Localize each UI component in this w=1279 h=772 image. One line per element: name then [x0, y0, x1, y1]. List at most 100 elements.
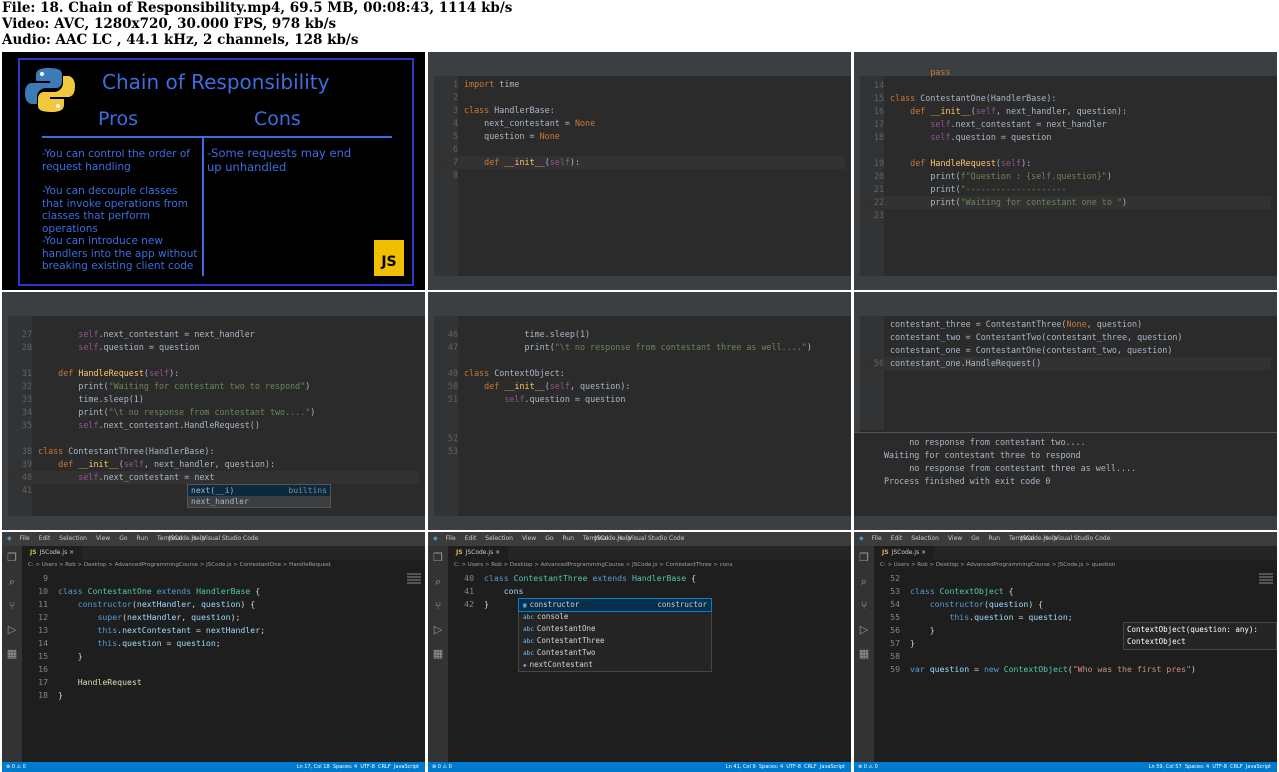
explorer-icon[interactable]: ❐: [854, 546, 874, 570]
language-mode[interactable]: JavaScript: [1246, 764, 1271, 770]
problems-count[interactable]: ⊗ 0 ⚠ 0: [6, 764, 26, 770]
suggestion-widget[interactable]: ▣ constructor constructor abc console abc Co…: [518, 598, 712, 672]
run-icon[interactable]: ▷: [2, 618, 22, 642]
code-editor[interactable]: 27 self.next_contestant = next_handler 2…: [8, 328, 419, 497]
table-divider-horizontal: [42, 136, 392, 138]
pycharm-toolbar[interactable]: [428, 66, 851, 77]
menu-run[interactable]: Run: [563, 535, 575, 542]
activity-bar[interactable]: ❐ ⌕ ⑂ ▷ ▦: [854, 546, 874, 762]
suggestion-item[interactable]: abc ContestantOne: [519, 623, 711, 635]
pycharm-statusbar: [854, 276, 1277, 290]
language-mode[interactable]: JavaScript: [820, 764, 845, 770]
pycharm-menubar[interactable]: [428, 52, 851, 66]
menu-selection[interactable]: Selection: [485, 535, 513, 542]
pycharm-menubar[interactable]: [854, 292, 1277, 306]
explorer-icon[interactable]: ❐: [428, 546, 448, 570]
code-editor[interactable]: pass 14 15 class ContestantOne(HandlerBas…: [860, 66, 1271, 222]
tab-bar: JS JSCode.js ×: [448, 546, 851, 560]
pycharm-menubar[interactable]: [428, 292, 851, 306]
menu-file[interactable]: File: [446, 535, 456, 542]
suggestion-item[interactable]: abc ContestantThree: [519, 635, 711, 647]
cursor-position[interactable]: Ln 17, Col 18: [297, 764, 330, 770]
tab-jscode[interactable]: JS JSCode.js ×: [448, 546, 509, 560]
menu-selection[interactable]: Selection: [911, 535, 939, 542]
menu-edit[interactable]: Edit: [891, 535, 903, 542]
code-line: 8: [452, 170, 458, 180]
cursor-position[interactable]: Ln 59, Col 57: [1149, 764, 1182, 770]
cursor-position[interactable]: Ln 41, Col 9: [726, 764, 756, 770]
search-icon[interactable]: ⌕: [428, 570, 448, 594]
minimap[interactable]: [407, 572, 421, 602]
menu-file[interactable]: File: [872, 535, 882, 542]
menu-file[interactable]: File: [20, 535, 30, 542]
js-file-icon: JS: [456, 549, 463, 556]
window-title: JSCode.js - Visual Studio Code: [1020, 535, 1111, 542]
breadcrumb[interactable]: C: > Users > Rob > Desktop > AdvancedPro…: [874, 560, 1277, 571]
suggestion-item[interactable]: abc console: [519, 611, 711, 623]
language-mode[interactable]: JavaScript: [394, 764, 419, 770]
pycharm-menubar[interactable]: [854, 52, 1277, 66]
run-icon[interactable]: ▷: [854, 618, 874, 642]
search-icon[interactable]: ⌕: [854, 570, 874, 594]
vscode-logo-icon: ◆: [859, 535, 864, 542]
suggestion-item[interactable]: abc ContestantTwo: [519, 647, 711, 659]
output-line: Process finished with exit code 0: [884, 476, 1051, 486]
code-line: 7 def __init__(self):: [434, 156, 845, 169]
activity-bar[interactable]: ❐ ⌕ ⑂ ▷ ▦: [2, 546, 22, 762]
pycharm-menubar[interactable]: [2, 292, 425, 306]
status-bar: ⊗ 0 ⚠ 0 Ln 17, Col 18 Spaces: 4 UTF-8 CR…: [2, 762, 425, 772]
minimap[interactable]: [1259, 572, 1273, 602]
source-control-icon[interactable]: ⑂: [428, 594, 448, 618]
autocomplete-item[interactable]: next(__i) builtins: [188, 485, 330, 496]
menu-run[interactable]: Run: [137, 535, 149, 542]
problems-count[interactable]: ⊗ 0 ⚠ 0: [858, 764, 878, 770]
vscode-logo-icon: ◆: [7, 535, 12, 542]
menu-run[interactable]: Run: [989, 535, 1001, 542]
menu-view[interactable]: View: [96, 535, 110, 542]
window-title: JSCode.js - Visual Studio Code: [594, 535, 685, 542]
breadcrumb[interactable]: C: > Users > Rob > Desktop > AdvancedPro…: [22, 560, 425, 571]
output-line: no response from contestant three as wel…: [884, 463, 1137, 473]
extensions-icon[interactable]: ▦: [854, 642, 874, 666]
suggestion-item[interactable]: ◈ nextContestant: [519, 659, 711, 671]
pros-item: -You can control the order of request ha…: [42, 148, 190, 173]
breadcrumb[interactable]: C: > Users > Rob > Desktop > AdvancedPro…: [448, 560, 851, 571]
code-editor[interactable]: 9 10 class ContestantOne extends HandlerB…: [22, 572, 425, 702]
menu-view[interactable]: View: [948, 535, 962, 542]
autocomplete-popup[interactable]: next(__i) builtins next_handler: [187, 484, 331, 508]
pycharm-statusbar: [854, 516, 1277, 530]
activity-bar[interactable]: ❐ ⌕ ⑂ ▷ ▦: [428, 546, 448, 762]
menu-selection[interactable]: Selection: [59, 535, 87, 542]
code-editor[interactable]: 46 time.sleep(1) 47 print("\t no respons…: [434, 328, 845, 458]
code-editor[interactable]: 1 import time 2 3 class HandlerBase: 4 nex…: [434, 78, 845, 182]
menu-view[interactable]: View: [522, 535, 536, 542]
menu-edit[interactable]: Edit: [465, 535, 477, 542]
source-control-icon[interactable]: ⑂: [2, 594, 22, 618]
output-line: no response from contestant two....: [884, 437, 1086, 447]
tab-jscode[interactable]: JS JSCode.js ×: [22, 546, 83, 560]
pycharm-toolbar[interactable]: [854, 306, 1277, 317]
run-output-panel[interactable]: no response from contestant two.... Wait…: [854, 432, 1277, 516]
search-icon[interactable]: ⌕: [2, 570, 22, 594]
menu-go[interactable]: Go: [971, 535, 979, 542]
source-control-icon[interactable]: ⑂: [854, 594, 874, 618]
tab-bar: JS JSCode.js ×: [874, 546, 1277, 560]
code-editor[interactable]: contestant_three = ContestantThree(None,…: [860, 318, 1271, 370]
code-line: 5 question = None: [452, 131, 560, 141]
menu-go[interactable]: Go: [545, 535, 553, 542]
run-icon[interactable]: ▷: [428, 618, 448, 642]
extensions-icon[interactable]: ▦: [428, 642, 448, 666]
explorer-icon[interactable]: ❐: [2, 546, 22, 570]
tab-jscode[interactable]: JS JSCode.js ×: [874, 546, 935, 560]
pycharm-toolbar[interactable]: [2, 306, 425, 317]
js-file-icon: JS: [30, 549, 37, 556]
menu-edit[interactable]: Edit: [39, 535, 51, 542]
menu-go[interactable]: Go: [119, 535, 127, 542]
extensions-icon[interactable]: ▦: [2, 642, 22, 666]
pycharm-toolbar[interactable]: [428, 306, 851, 317]
table-divider-vertical: [202, 138, 204, 276]
autocomplete-item[interactable]: next_handler: [188, 496, 330, 507]
slide-panel: Chain of Responsibility Pros Cons -You c…: [2, 52, 425, 290]
problems-count[interactable]: ⊗ 0 ⚠ 0: [432, 764, 452, 770]
suggestion-item[interactable]: ▣ constructor constructor: [518, 598, 712, 612]
